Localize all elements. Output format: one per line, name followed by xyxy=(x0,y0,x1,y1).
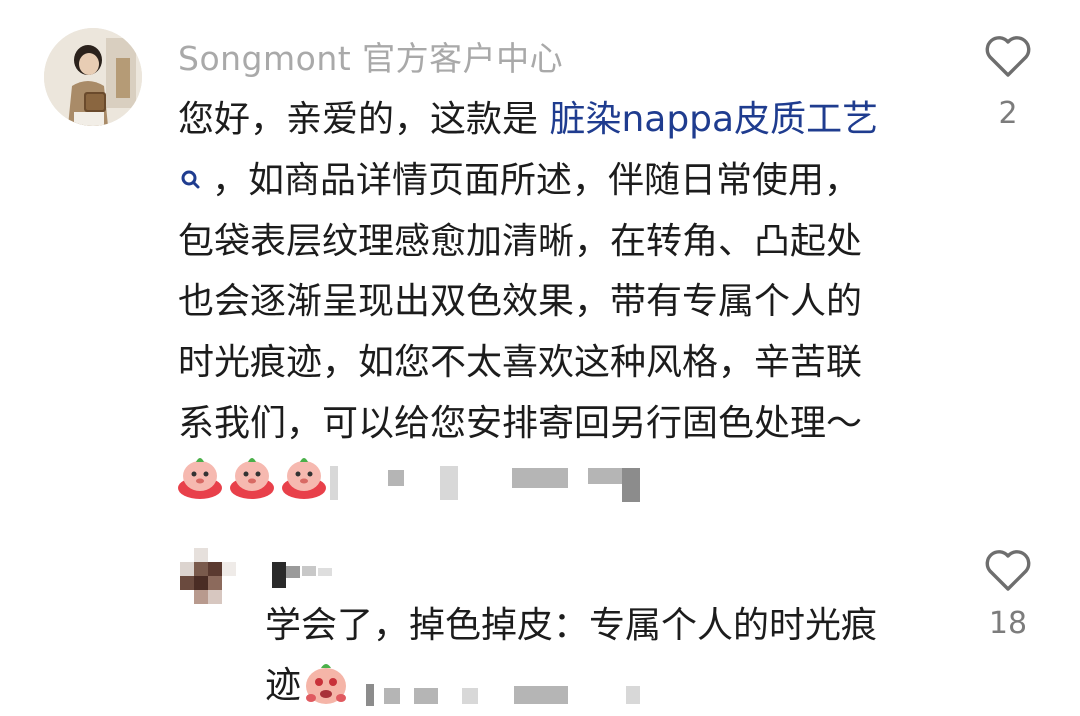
comment-text: 您好，亲爱的，这款是 脏染nappa皮质工艺 ，如商品详情页面所述，伴随日常使用… xyxy=(178,90,938,455)
pixel-block xyxy=(514,686,568,704)
comment-line: ，如商品详情页面所述，伴随日常使用， xyxy=(178,151,938,212)
pixel-block xyxy=(366,684,374,706)
pixel-block xyxy=(440,466,458,500)
comment-text-segment: 迹 xyxy=(265,665,302,706)
search-link[interactable]: 脏染nappa皮质工艺 xyxy=(549,99,878,140)
emoji-row xyxy=(176,452,328,502)
comment-line: 时光痕迹，如您不太喜欢这种风格，辛苦联 xyxy=(178,342,863,384)
pixel-block xyxy=(330,466,338,500)
pixel-block xyxy=(462,688,478,704)
comment-line: 学会了，掉色掉皮：专属个人的时光痕 xyxy=(265,605,878,646)
heart-icon[interactable] xyxy=(984,34,1032,78)
pixel-block xyxy=(588,468,624,484)
comment-line: 您好，亲爱的，这款是 脏染nappa皮质工艺 xyxy=(178,90,938,151)
emoji-icon xyxy=(282,458,326,499)
heart-icon[interactable] xyxy=(984,548,1032,592)
emoji-icon xyxy=(230,458,274,499)
comment-line: 系我们，可以给您安排寄回另行固色处理～ xyxy=(178,402,863,444)
emoji-icon xyxy=(306,664,347,704)
emoji-icon xyxy=(178,458,222,499)
pixel-block xyxy=(414,688,438,704)
comment-line: 包袋表层纹理感愈加清晰，在转角、凸起处 xyxy=(178,220,863,262)
pixel-block xyxy=(384,688,400,704)
pixel-block xyxy=(512,468,568,488)
comment-line: 也会逐渐呈现出双色效果，带有专属个人的 xyxy=(178,281,863,323)
pixel-block xyxy=(626,686,640,704)
like-count: 2 xyxy=(998,96,1018,131)
like-count: 18 xyxy=(988,606,1028,641)
avatar[interactable] xyxy=(44,28,142,126)
pixel-block xyxy=(622,468,640,502)
username[interactable]: Songmont 官方客户中心 xyxy=(178,32,563,80)
search-icon[interactable] xyxy=(178,155,206,189)
avatar[interactable] xyxy=(180,548,250,618)
pixel-block xyxy=(388,470,404,486)
avatar-photo xyxy=(44,28,142,126)
comment-text-segment: 您好，亲爱的，这款是 xyxy=(178,99,550,140)
comment-text-segment: ，如商品详情页面所述，伴随日常使用， xyxy=(212,159,861,201)
username-censored[interactable] xyxy=(272,560,352,590)
